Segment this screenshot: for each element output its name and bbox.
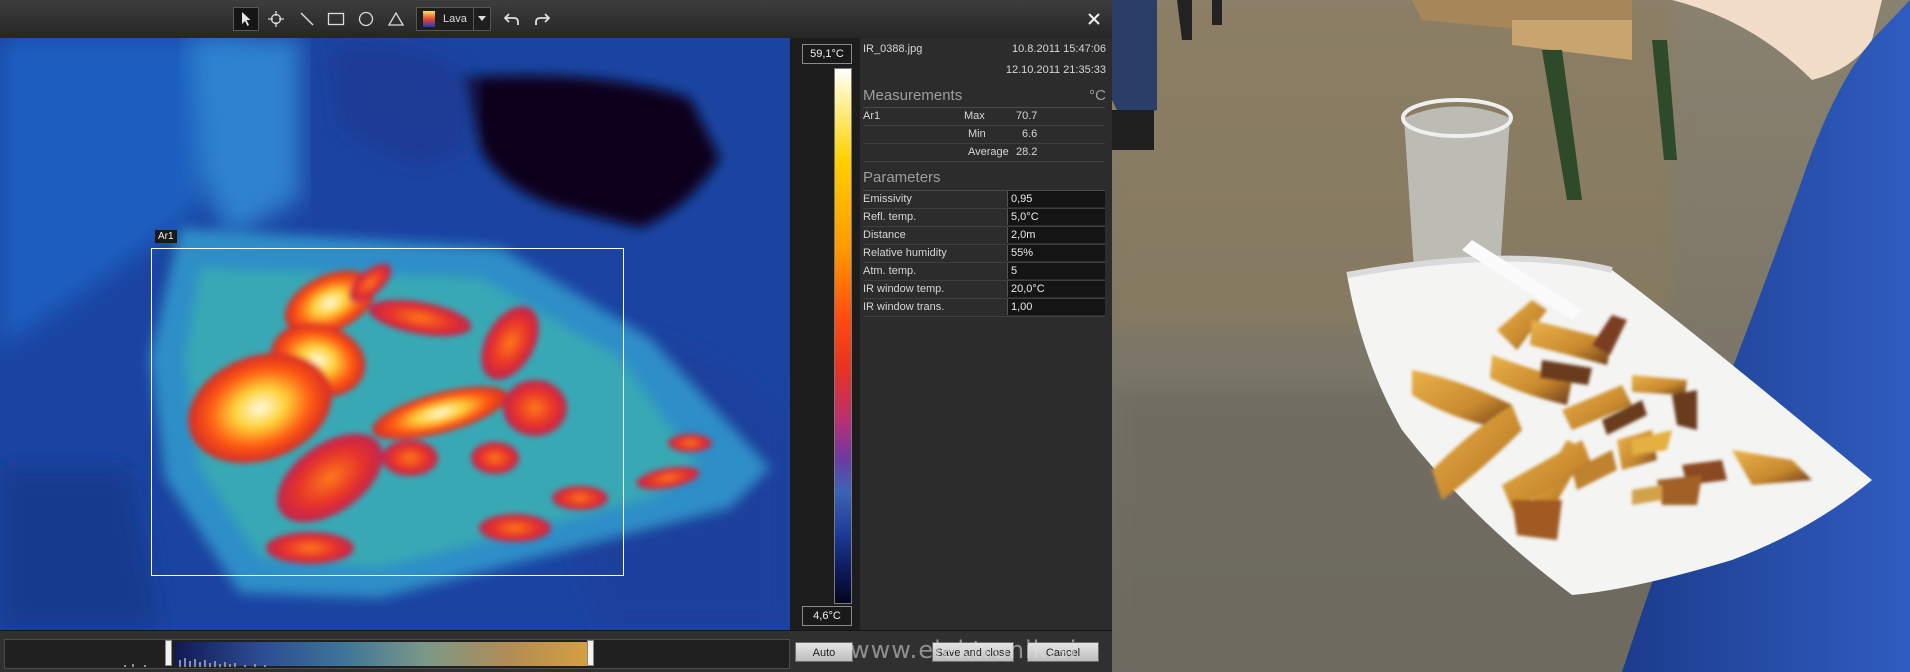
parameter-label: Relative humidity	[863, 247, 947, 259]
photo-picture	[1112, 0, 1910, 672]
measurement-area-label: Ar1	[155, 230, 177, 243]
line-tool-button[interactable]	[294, 7, 320, 31]
measurement-row[interactable]: Average 28.2	[863, 144, 1105, 162]
parameter-row-ir-window-trans: IR window trans. 1,00	[863, 299, 1105, 317]
crosshair-icon	[268, 11, 284, 27]
histogram-range-slider[interactable]	[4, 639, 790, 669]
palette-swatch-icon	[423, 11, 435, 27]
temperature-scale: 59,1°C 4,6°C	[790, 38, 860, 630]
info-panel: IR_0388.jpg 10.8.2011 15:47:06 12.10.201…	[860, 38, 1112, 630]
parameter-row-refl-temp: Refl. temp. 5,0°C	[863, 209, 1105, 227]
palette-label: Lava	[443, 13, 467, 25]
measurement-value: 28.2	[1016, 146, 1038, 158]
ir-editor-window: Lava Ar1 59,1°C 4,6°C IR_0388.jpg 10.8.2…	[0, 0, 1112, 672]
palette-select[interactable]: Lava	[416, 7, 491, 31]
parameter-input[interactable]: 1,00	[1007, 299, 1105, 315]
triangle-tool-button[interactable]	[383, 7, 409, 31]
measurement-label: Average	[968, 146, 1009, 158]
select-tool-button[interactable]	[233, 7, 259, 31]
parameter-input[interactable]: 2,0m	[1007, 227, 1105, 243]
auto-button[interactable]: Auto	[795, 642, 853, 662]
watermark: www.elektronik.si	[850, 636, 1078, 664]
parameter-label: IR window temp.	[863, 283, 945, 295]
measurement-value: 6.6	[1022, 128, 1038, 140]
parameter-label: Distance	[863, 229, 906, 241]
histogram-bars	[124, 658, 266, 667]
parameter-row-distance: Distance 2,0m	[863, 227, 1105, 245]
parameter-row-humidity: Relative humidity 55%	[863, 245, 1105, 263]
histogram-max-handle[interactable]	[587, 640, 594, 666]
rectangle-icon	[327, 12, 345, 26]
parameter-input[interactable]: 55%	[1007, 245, 1105, 261]
measurement-label: Max	[964, 110, 985, 122]
scale-max-field[interactable]: 59,1°C	[802, 44, 852, 64]
chevron-down-icon	[478, 16, 486, 21]
parameter-label: Atm. temp.	[863, 265, 917, 277]
temperature-unit: °C	[1089, 87, 1106, 104]
rectangle-tool-button[interactable]	[323, 7, 349, 31]
parameter-input[interactable]: 5	[1007, 263, 1105, 279]
parameter-input[interactable]: 5,0°C	[1007, 209, 1105, 225]
parameter-input[interactable]: 20,0°C	[1007, 281, 1105, 297]
file-name: IR_0388.jpg	[863, 43, 923, 55]
redo-icon	[535, 13, 550, 25]
measurements-title: Measurements	[863, 87, 963, 104]
parameter-row-ir-window-temp: IR window temp. 20,0°C	[863, 281, 1105, 299]
arrow-pointer-icon	[242, 12, 251, 26]
undo-button[interactable]	[499, 7, 525, 31]
scale-min-field[interactable]: 4,6°C	[802, 606, 852, 626]
redo-button[interactable]	[529, 7, 555, 31]
scale-color-bar	[834, 68, 852, 604]
triangle-icon	[388, 11, 404, 26]
parameter-label: Emissivity	[863, 193, 912, 205]
toolbar: Lava	[0, 0, 1112, 39]
close-button[interactable]	[1084, 9, 1104, 29]
close-icon	[1088, 13, 1100, 25]
parameter-input[interactable]: 0,95	[1007, 191, 1105, 207]
date-taken: 10.8.2011 15:47:06	[1012, 43, 1106, 55]
histogram-min-handle[interactable]	[165, 640, 172, 666]
visual-photo	[1112, 0, 1910, 672]
circle-icon	[358, 11, 374, 27]
date-modified: 12.10.2011 21:35:33	[1005, 64, 1106, 76]
parameter-label: Refl. temp.	[863, 211, 917, 223]
line-icon	[300, 12, 314, 26]
parameter-row-atm-temp: Atm. temp. 5	[863, 263, 1105, 281]
thermal-image[interactable]: Ar1	[0, 38, 790, 630]
measurement-value: 70.7	[1016, 110, 1038, 122]
measurement-area: Ar1	[863, 110, 881, 122]
undo-icon	[504, 13, 519, 25]
circle-tool-button[interactable]	[353, 7, 379, 31]
parameter-label: IR window trans.	[863, 301, 945, 313]
measurement-row[interactable]: Ar1 Max 70.7	[863, 108, 1105, 126]
parameter-row-emissivity: Emissivity 0,95	[863, 191, 1105, 209]
measurement-label: Min	[968, 128, 986, 140]
parameters-title: Parameters	[863, 169, 941, 186]
measurement-area-ar1[interactable]	[151, 248, 624, 576]
palette-dropdown-button[interactable]	[473, 8, 490, 30]
spot-tool-button[interactable]	[263, 7, 289, 31]
measurement-row[interactable]: Min 6.6	[863, 126, 1105, 144]
